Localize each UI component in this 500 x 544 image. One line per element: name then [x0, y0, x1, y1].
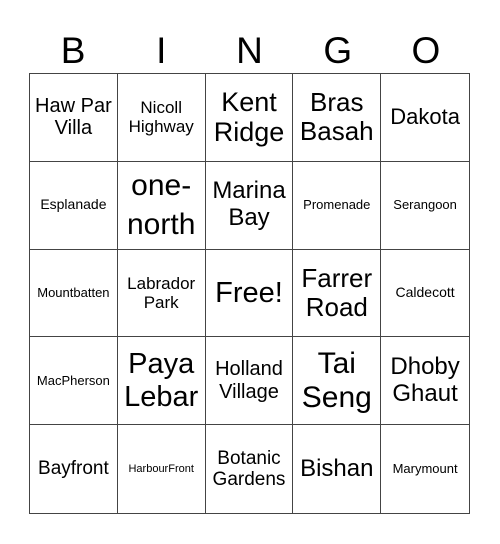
cell-label: Bras Basah	[299, 87, 374, 147]
cell-label: Kent Ridge	[213, 87, 285, 148]
bingo-cell[interactable]: Tai Seng	[293, 337, 382, 426]
bingo-cell[interactable]: Labrador Park	[117, 249, 206, 338]
cell-label: Promenade	[303, 196, 371, 212]
header-letter-g: G	[323, 30, 353, 71]
bingo-cell[interactable]: Bras Basah	[293, 74, 382, 162]
bingo-cell[interactable]: MacPherson	[30, 337, 118, 426]
bingo-cell[interactable]: Paya Lebar	[117, 337, 206, 426]
bingo-cell[interactable]: Farrer Road	[293, 249, 382, 338]
bingo-cell[interactable]: HarbourFront	[118, 425, 206, 513]
cell-label: Bayfront	[38, 458, 109, 480]
bingo-cell[interactable]: Esplanade	[30, 161, 118, 250]
cell-label: Tai Seng	[301, 347, 372, 414]
bingo-cell[interactable]: one-north	[117, 161, 206, 250]
cell-label: Farrer Road	[301, 262, 373, 322]
cell-label: Free!	[215, 276, 283, 309]
bingo-cell[interactable]: Bishan	[293, 425, 382, 513]
bingo-cell[interactable]: Marina Bay	[205, 161, 294, 250]
bingo-cell[interactable]: Dakota	[381, 74, 469, 162]
header-letter-n: N	[236, 30, 263, 71]
free-space[interactable]: Free!	[205, 249, 294, 338]
cell-label: Marymount	[392, 460, 458, 476]
cell-label: Labrador Park	[127, 273, 196, 312]
cell-label: Nicoll Highway	[128, 98, 194, 137]
header-letter-o: O	[411, 30, 441, 71]
bingo-cell[interactable]: Caldecott	[381, 250, 469, 338]
cell-label: Bishan	[300, 454, 374, 482]
bingo-cell[interactable]: Nicoll Highway	[117, 74, 206, 162]
cell-label: Esplanade	[40, 196, 107, 213]
cell-label: HarbourFront	[128, 462, 194, 475]
bingo-cell[interactable]: Botanic Gardens	[206, 425, 294, 513]
bingo-cell[interactable]: Bayfront	[30, 425, 118, 513]
cell-label: Dakota	[390, 104, 460, 130]
cell-label: one-north	[127, 169, 196, 242]
bingo-cell[interactable]: Mountbatten	[30, 249, 118, 338]
cell-label: Paya Lebar	[124, 348, 199, 413]
header-letter-b: B	[60, 30, 86, 71]
cell-label: Caldecott	[395, 284, 455, 301]
cell-label: Marina Bay	[212, 177, 286, 232]
cell-label: MacPherson	[36, 372, 110, 388]
bingo-cell[interactable]: Promenade	[293, 161, 382, 250]
cell-label: Serangoon	[393, 196, 457, 212]
bingo-cell[interactable]: Dhoby Ghaut	[381, 337, 469, 426]
cell-label: Botanic Gardens	[212, 447, 286, 491]
bingo-cell[interactable]: Marymount	[381, 425, 469, 513]
bingo-cell[interactable]: Haw Par Villa	[30, 74, 118, 162]
bingo-grid: Haw Par Villa Nicoll Highway Kent Ridge …	[29, 73, 470, 514]
bingo-header: B I N G O	[29, 28, 470, 73]
cell-label: Haw Par Villa	[35, 95, 112, 140]
cell-label: Mountbatten	[37, 284, 110, 300]
header-letter-i: I	[156, 30, 167, 71]
cell-label: Holland Village	[215, 358, 283, 403]
cell-label: Dhoby Ghaut	[390, 352, 460, 407]
bingo-cell[interactable]: Holland Village	[205, 337, 294, 426]
bingo-cell[interactable]: Serangoon	[381, 162, 469, 250]
bingo-cell[interactable]: Kent Ridge	[205, 74, 294, 162]
